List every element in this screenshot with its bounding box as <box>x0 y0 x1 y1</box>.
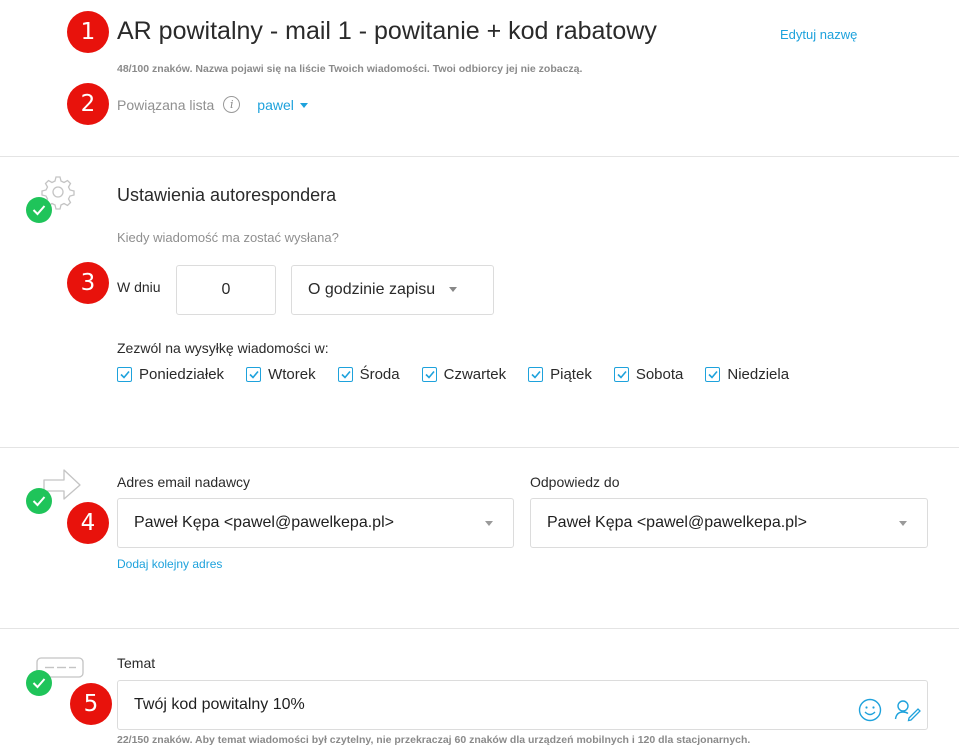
chevron-down-icon <box>299 103 308 109</box>
subject-value: Twój kod powitalny 10% <box>134 696 305 713</box>
day-label-text: Środa <box>359 366 400 383</box>
checkbox[interactable] <box>705 367 721 382</box>
day-label-text: Niedziela <box>727 366 790 383</box>
annotation-badge-4: 4 <box>67 502 109 544</box>
chevron-down-icon <box>899 521 907 526</box>
day-label-text: Piątek <box>550 366 592 383</box>
linked-list-row: Powiązana lista i pawel <box>117 96 308 113</box>
checkbox[interactable] <box>528 367 544 382</box>
day-checkbox-thursday[interactable]: Czwartek <box>421 366 507 383</box>
day-checkbox-saturday[interactable]: Sobota <box>613 366 684 383</box>
linked-list-value: pawel <box>257 96 294 113</box>
reply-to-label: Odpowiedz do <box>530 474 620 490</box>
check-icon <box>26 197 52 223</box>
annotation-badge-1: 1 <box>67 11 109 53</box>
checkbox[interactable] <box>421 367 437 382</box>
allowed-days-label: Zezwól na wysyłkę wiadomości w: <box>117 340 329 356</box>
checkbox[interactable] <box>117 367 132 382</box>
add-address-link[interactable]: Dodaj kolejny adres <box>117 557 222 571</box>
day-label: W dniu <box>117 279 161 295</box>
section-divider <box>0 628 959 629</box>
personalize-icon[interactable] <box>894 694 922 742</box>
info-icon[interactable]: i <box>223 96 241 113</box>
name-hint: 48/100 znaków. Nazwa pojawi się na liści… <box>117 63 583 75</box>
linked-list-dropdown[interactable]: pawel <box>257 97 308 113</box>
sender-email-value: Paweł Kępa <pawel@pawelkepa.pl> <box>134 514 394 531</box>
checkbox[interactable] <box>613 367 629 382</box>
section-divider <box>0 156 959 157</box>
annotation-badge-3: 3 <box>67 262 109 304</box>
check-icon <box>26 488 52 514</box>
day-label-text: Czwartek <box>443 366 507 383</box>
annotation-badge-2: 2 <box>67 83 109 125</box>
sender-email-select[interactable]: Paweł Kępa <pawel@pawelkepa.pl> <box>117 498 514 548</box>
section-divider <box>0 447 959 448</box>
day-input[interactable]: 0 <box>176 265 276 315</box>
day-checkbox-tuesday[interactable]: Wtorek <box>246 366 316 383</box>
check-icon <box>26 670 52 696</box>
day-checkbox-sunday[interactable]: Niedziela <box>705 366 789 383</box>
send-time-value: O godzinie zapisu <box>308 281 436 298</box>
subject-input[interactable]: Twój kod powitalny 10% <box>117 680 928 730</box>
checkbox[interactable] <box>246 367 262 382</box>
message-title: AR powitalny - mail 1 - powitanie + kod … <box>117 17 657 45</box>
day-checkbox-wednesday[interactable]: Środa <box>337 366 400 383</box>
day-label-text: Poniedziałek <box>139 366 225 383</box>
checkbox[interactable] <box>337 367 353 382</box>
chevron-down-icon <box>449 287 458 293</box>
subject-hint: 22/150 znaków. Aby temat wiadomości był … <box>117 734 751 746</box>
day-checkbox-monday[interactable]: Poniedziałek <box>117 366 224 383</box>
subject-label: Temat <box>117 655 156 671</box>
smiley-icon[interactable] <box>858 694 882 742</box>
reply-to-value: Paweł Kępa <pawel@pawelkepa.pl> <box>547 514 807 531</box>
sender-email-label: Adres email nadawcy <box>117 474 251 490</box>
send-time-select[interactable]: O godzinie zapisu <box>291 265 494 315</box>
autoresponder-title: Ustawienia autorespondera <box>117 185 337 205</box>
annotation-badge-5: 5 <box>70 683 112 725</box>
day-label-text: Sobota <box>635 366 684 383</box>
chevron-down-icon <box>485 521 493 526</box>
reply-to-select[interactable]: Paweł Kępa <pawel@pawelkepa.pl> <box>530 498 928 548</box>
day-checkbox-friday[interactable]: Piątek <box>528 366 592 383</box>
allowed-days-list: Poniedziałek Wtorek Środa Czwartek Piąte… <box>117 366 811 383</box>
linked-list-label: Powiązana lista <box>117 96 215 113</box>
edit-name-link[interactable]: Edytuj nazwę <box>780 27 857 42</box>
send-time-question: Kiedy wiadomość ma zostać wysłana? <box>117 230 339 245</box>
day-label-text: Wtorek <box>268 366 316 383</box>
